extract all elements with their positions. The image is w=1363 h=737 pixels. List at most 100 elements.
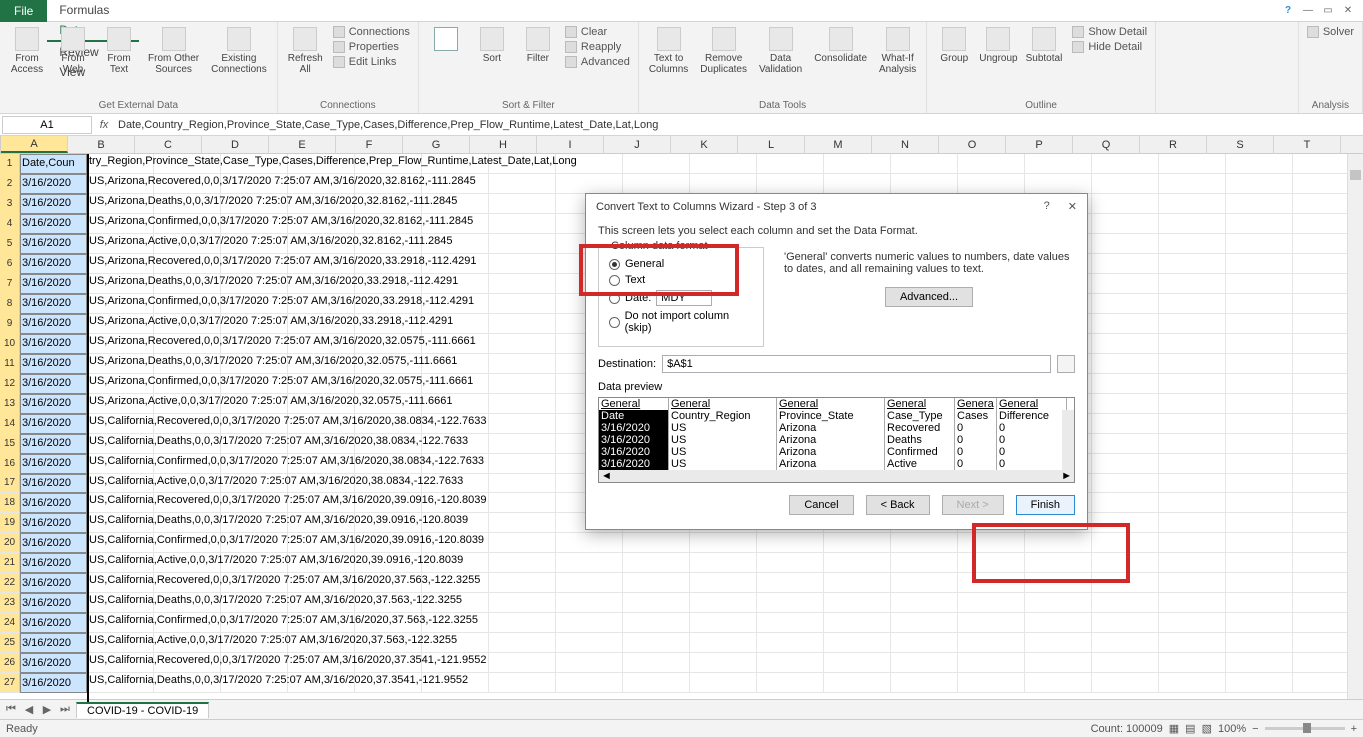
col-header-B[interactable]: B: [68, 136, 135, 153]
preview-cell[interactable]: US: [669, 422, 777, 434]
cell[interactable]: [489, 653, 556, 673]
cell[interactable]: [1159, 354, 1226, 374]
cell[interactable]: [1159, 394, 1226, 414]
cell[interactable]: [891, 573, 958, 593]
getdata-from-text[interactable]: From Text: [98, 25, 140, 77]
preview-cell[interactable]: 3/16/2020: [599, 422, 669, 434]
sf-clear[interactable]: Clear: [563, 25, 632, 39]
preview-header[interactable]: General: [599, 398, 669, 410]
col-header-J[interactable]: J: [604, 136, 671, 153]
cell[interactable]: [556, 633, 623, 653]
cell[interactable]: [690, 533, 757, 553]
cell[interactable]: [1025, 673, 1092, 693]
preview-cell[interactable]: Recovered: [885, 422, 955, 434]
cell[interactable]: 3/16/2020: [20, 214, 87, 234]
cell[interactable]: [556, 174, 623, 194]
sheet-tab[interactable]: COVID-19 - COVID-19: [76, 702, 209, 718]
view-break-icon[interactable]: ▧: [1202, 722, 1212, 735]
cell[interactable]: 3/16/2020: [20, 434, 87, 454]
col-header-P[interactable]: P: [1006, 136, 1073, 153]
help-icon[interactable]: ?: [1281, 4, 1295, 18]
finish-button[interactable]: Finish: [1016, 495, 1075, 515]
row-header[interactable]: 9: [0, 314, 20, 334]
col-header-K[interactable]: K: [671, 136, 738, 153]
cell[interactable]: [489, 474, 556, 494]
col-header-S[interactable]: S: [1207, 136, 1274, 153]
cell[interactable]: [556, 653, 623, 673]
getdata-from-other-sources[interactable]: From Other Sources: [144, 25, 203, 77]
cell[interactable]: [958, 613, 1025, 633]
sheet-nav-last[interactable]: ⏭: [58, 703, 72, 717]
cell[interactable]: [757, 553, 824, 573]
cell[interactable]: [824, 553, 891, 573]
cell[interactable]: [1159, 254, 1226, 274]
cell[interactable]: [1226, 274, 1293, 294]
dialog-close-icon[interactable]: ✕: [1068, 200, 1077, 213]
restore-icon[interactable]: ▭: [1321, 4, 1335, 18]
cell[interactable]: [757, 613, 824, 633]
cell[interactable]: [757, 593, 824, 613]
radio-text[interactable]: Text: [609, 274, 753, 286]
cell[interactable]: [1159, 194, 1226, 214]
cell[interactable]: [958, 653, 1025, 673]
solver-button[interactable]: Solver: [1305, 25, 1356, 39]
cell[interactable]: [1092, 673, 1159, 693]
preview-cell[interactable]: US: [669, 434, 777, 446]
col-header-L[interactable]: L: [738, 136, 805, 153]
cell[interactable]: [1226, 334, 1293, 354]
preview-cell[interactable]: Confirmed: [885, 446, 955, 458]
cell[interactable]: 3/16/2020: [20, 533, 87, 553]
cell[interactable]: [1159, 593, 1226, 613]
preview-header[interactable]: General: [777, 398, 885, 410]
cell[interactable]: [489, 214, 556, 234]
cell[interactable]: [757, 653, 824, 673]
cell[interactable]: [556, 573, 623, 593]
cell[interactable]: [958, 633, 1025, 653]
cell[interactable]: [757, 573, 824, 593]
col-header-I[interactable]: I: [537, 136, 604, 153]
preview-header[interactable]: Genera: [955, 398, 997, 410]
cell[interactable]: [1226, 673, 1293, 693]
radio-general[interactable]: General: [609, 258, 753, 270]
cell[interactable]: [1159, 294, 1226, 314]
cell[interactable]: [1226, 314, 1293, 334]
cell[interactable]: [824, 673, 891, 693]
cell[interactable]: 3/16/2020: [20, 673, 87, 693]
cell[interactable]: [824, 174, 891, 194]
cell[interactable]: [1159, 673, 1226, 693]
preview-cell[interactable]: 0: [997, 446, 1067, 458]
col-header-T[interactable]: T: [1274, 136, 1341, 153]
cell[interactable]: [1226, 653, 1293, 673]
cell[interactable]: [1025, 653, 1092, 673]
col-header-C[interactable]: C: [135, 136, 202, 153]
cell[interactable]: [1159, 513, 1226, 533]
back-button[interactable]: < Back: [866, 495, 930, 515]
cell[interactable]: [1092, 294, 1159, 314]
conn-connections[interactable]: Connections: [331, 25, 412, 39]
cell[interactable]: [489, 553, 556, 573]
cell[interactable]: 3/16/2020: [20, 194, 87, 214]
row-header[interactable]: 10: [0, 334, 20, 354]
cell[interactable]: [1092, 493, 1159, 513]
cell[interactable]: 3/16/2020: [20, 294, 87, 314]
cell[interactable]: [489, 334, 556, 354]
cell[interactable]: [690, 553, 757, 573]
col-header-F[interactable]: F: [336, 136, 403, 153]
cell[interactable]: [824, 613, 891, 633]
cell[interactable]: [623, 533, 690, 553]
cell[interactable]: [690, 154, 757, 174]
cell[interactable]: US,California,Deaths,0,0,3/17/2020 7:25:…: [87, 593, 154, 613]
tab-formulas[interactable]: Formulas: [47, 0, 138, 20]
cell[interactable]: [556, 673, 623, 693]
cell[interactable]: [489, 354, 556, 374]
cell[interactable]: [1092, 653, 1159, 673]
cell[interactable]: [958, 573, 1025, 593]
cell[interactable]: 3/16/2020: [20, 274, 87, 294]
cell[interactable]: 3/16/2020: [20, 573, 87, 593]
cell[interactable]: [1159, 314, 1226, 334]
cell[interactable]: [690, 573, 757, 593]
row-header[interactable]: 18: [0, 493, 20, 513]
cell[interactable]: [958, 154, 1025, 174]
cell[interactable]: [623, 573, 690, 593]
cell[interactable]: [757, 673, 824, 693]
